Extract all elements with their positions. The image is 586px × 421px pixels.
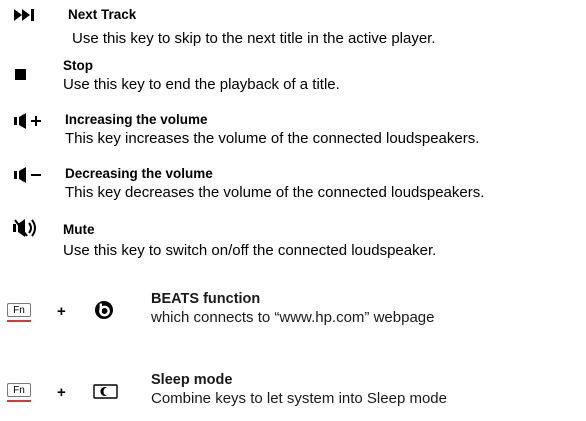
volume-down-icon bbox=[14, 167, 41, 183]
entry-description: This key decreases the volume of the con… bbox=[65, 184, 485, 201]
plus-sign: + bbox=[57, 303, 66, 320]
entry-title: Decreasing the volume bbox=[65, 166, 213, 181]
combo-title: BEATS function bbox=[151, 291, 261, 307]
fn-key-underline bbox=[7, 400, 31, 402]
volume-up-icon bbox=[14, 113, 41, 129]
mute-icon bbox=[13, 219, 36, 237]
fn-key-label: Fn bbox=[7, 303, 31, 317]
combo-description: which connects to “www.hp.com” webpage bbox=[151, 309, 435, 326]
fn-key-underline bbox=[7, 320, 31, 322]
entry-title: Next Track bbox=[68, 7, 137, 22]
entry-title: Mute bbox=[63, 222, 95, 237]
fn-key: Fn bbox=[7, 383, 31, 402]
sleep-moon-icon bbox=[93, 384, 118, 399]
fn-key-label: Fn bbox=[7, 383, 31, 397]
plus-sign: + bbox=[57, 384, 66, 401]
combo-title: Sleep mode bbox=[151, 372, 233, 388]
entry-description: This key increases the volume of the con… bbox=[65, 130, 480, 147]
entry-title: Increasing the volume bbox=[65, 112, 208, 127]
entry-title: Stop bbox=[63, 58, 93, 73]
entry-description: Use this key to end the playback of a ti… bbox=[63, 76, 340, 93]
next-track-icon bbox=[14, 9, 34, 21]
combo-description: Combine keys to let system into Sleep mo… bbox=[151, 390, 447, 407]
fn-key: Fn bbox=[7, 303, 31, 322]
beats-logo-icon bbox=[95, 301, 113, 319]
entry-description: Use this key to switch on/off the connec… bbox=[63, 242, 437, 259]
stop-icon bbox=[15, 69, 26, 80]
entry-description: Use this key to skip to the next title i… bbox=[72, 30, 436, 47]
